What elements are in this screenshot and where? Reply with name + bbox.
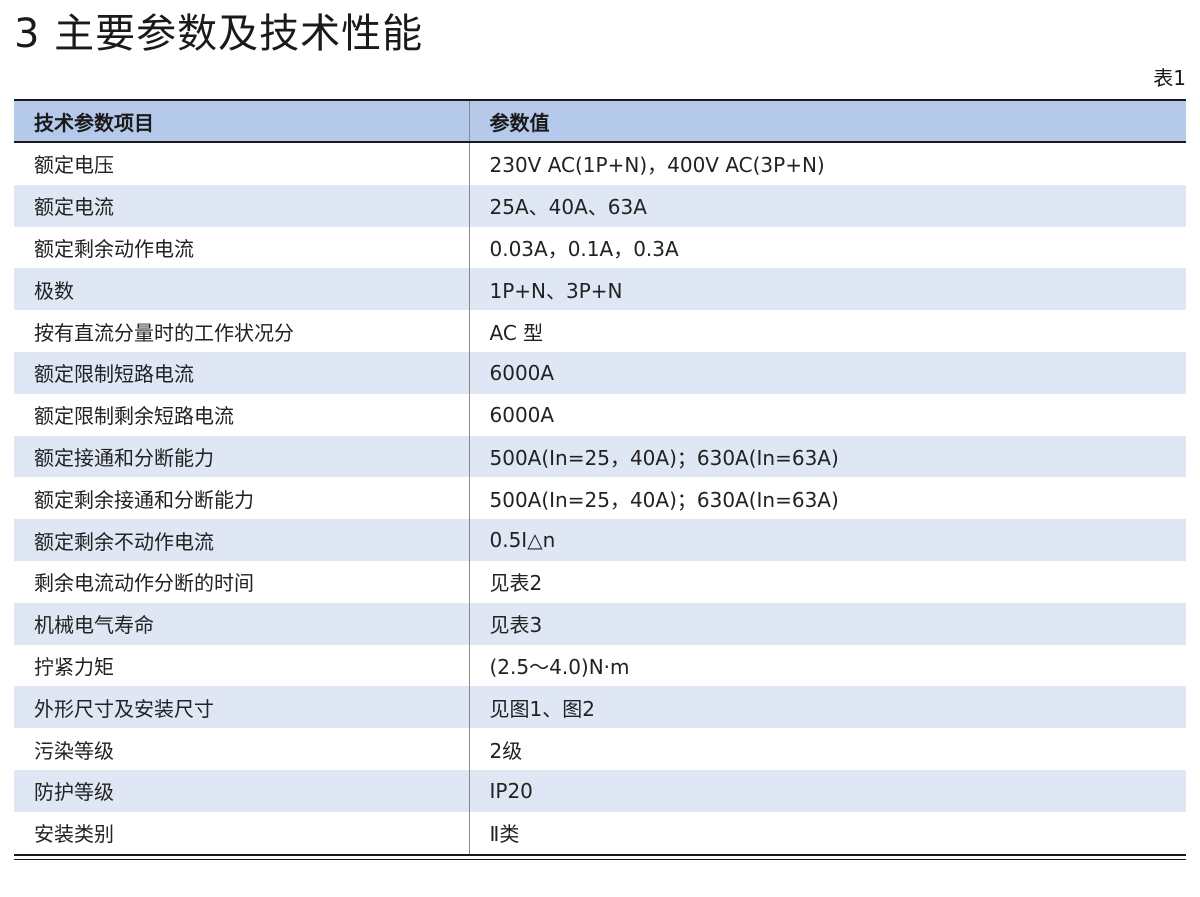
parameter-name-cell: 污染等级: [14, 728, 470, 770]
table-row: 按有直流分量时的工作状况分 AC 型: [14, 310, 1186, 352]
table-bottom-rule: [14, 859, 1186, 860]
page-title: 3 主要参数及技术性能: [14, 11, 424, 57]
header-parameter-value: 参数值: [469, 100, 1186, 143]
table-row: 额定限制剩余短路电流 6000A: [14, 393, 1186, 436]
parameter-value-cell: 6000A: [469, 351, 1186, 394]
parameter-name-cell: 机械电气寿命: [14, 602, 470, 645]
parameter-name-cell: 安装类别: [14, 811, 470, 854]
parameter-name-cell: 剩余电流动作分断的时间: [14, 560, 470, 603]
parameter-value-cell: 见表2: [469, 560, 1186, 603]
parameter-name-cell: 外形尺寸及安装尺寸: [14, 686, 470, 729]
parameter-value-cell: 见图1、图2: [469, 686, 1186, 729]
table-row: 防护等级 IP20: [14, 769, 1186, 812]
table-body: 额定电压 230V AC(1P+N)，400V AC(3P+N) 额定电流 25…: [14, 142, 1186, 854]
parameter-value-cell: 见表3: [469, 602, 1186, 645]
parameter-name-cell: 按有直流分量时的工作状况分: [14, 310, 470, 352]
parameter-value-cell: (2.5～4.0)N·m: [469, 644, 1186, 687]
parameter-value-cell: 500A(In=25，40A)；630A(In=63A): [469, 435, 1186, 478]
table-row: 额定电流 25A、40A、63A: [14, 184, 1186, 227]
parameters-table: 技术参数项目 参数值 额定电压 230V AC(1P+N)，400V AC(3P…: [14, 99, 1186, 856]
parameter-name-cell: 拧紧力矩: [14, 644, 470, 687]
table-row: 额定剩余不动作电流 0.5I△n: [14, 519, 1186, 561]
table-row: 额定剩余动作电流 0.03A，0.1A，0.3A: [14, 226, 1186, 269]
table-row: 额定限制短路电流 6000A: [14, 351, 1186, 394]
table-row: 额定剩余接通和分断能力 500A(In=25，40A)；630A(In=63A): [14, 477, 1186, 520]
parameter-name-cell: 额定剩余不动作电流: [14, 519, 470, 561]
table-row: 安装类别 Ⅱ类: [14, 811, 1186, 854]
table-row: 额定接通和分断能力 500A(In=25，40A)；630A(In=63A): [14, 435, 1186, 478]
parameter-name-cell: 防护等级: [14, 769, 470, 812]
table-row: 拧紧力矩 (2.5～4.0)N·m: [14, 644, 1186, 687]
parameter-value-cell: 25A、40A、63A: [469, 184, 1186, 227]
parameter-value-cell: 2级: [469, 728, 1186, 770]
parameter-value-cell: 500A(In=25，40A)；630A(In=63A): [469, 477, 1186, 520]
parameter-name-cell: 额定接通和分断能力: [14, 435, 470, 478]
table-row: 剩余电流动作分断的时间 见表2: [14, 560, 1186, 603]
parameter-name-cell: 额定限制短路电流: [14, 351, 470, 394]
parameter-value-cell: Ⅱ类: [469, 811, 1186, 854]
table-row: 极数 1P+N、3P+N: [14, 268, 1186, 311]
parameter-value-cell: 230V AC(1P+N)，400V AC(3P+N): [469, 142, 1186, 185]
table-row: 机械电气寿命 见表3: [14, 602, 1186, 645]
header-parameter-item: 技术参数项目: [14, 100, 470, 143]
parameter-value-cell: AC 型: [469, 310, 1186, 352]
table-row: 外形尺寸及安装尺寸 见图1、图2: [14, 686, 1186, 729]
parameter-name-cell: 额定限制剩余短路电流: [14, 393, 470, 436]
table-row: 额定电压 230V AC(1P+N)，400V AC(3P+N): [14, 142, 1186, 185]
table-row: 污染等级 2级: [14, 728, 1186, 770]
parameter-value-cell: 0.5I△n: [469, 519, 1186, 561]
parameter-value-cell: 6000A: [469, 393, 1186, 436]
parameter-name-cell: 额定电压: [14, 142, 470, 185]
parameter-value-cell: 1P+N、3P+N: [469, 268, 1186, 311]
parameter-value-cell: 0.03A，0.1A，0.3A: [469, 226, 1186, 269]
table-header-row: 技术参数项目 参数值: [14, 100, 1186, 143]
parameter-name-cell: 额定电流: [14, 184, 470, 227]
parameter-name-cell: 极数: [14, 268, 470, 311]
table-number-label: 表1: [1153, 66, 1186, 90]
parameter-name-cell: 额定剩余动作电流: [14, 226, 470, 269]
parameter-value-cell: IP20: [469, 769, 1186, 812]
parameter-name-cell: 额定剩余接通和分断能力: [14, 477, 470, 520]
